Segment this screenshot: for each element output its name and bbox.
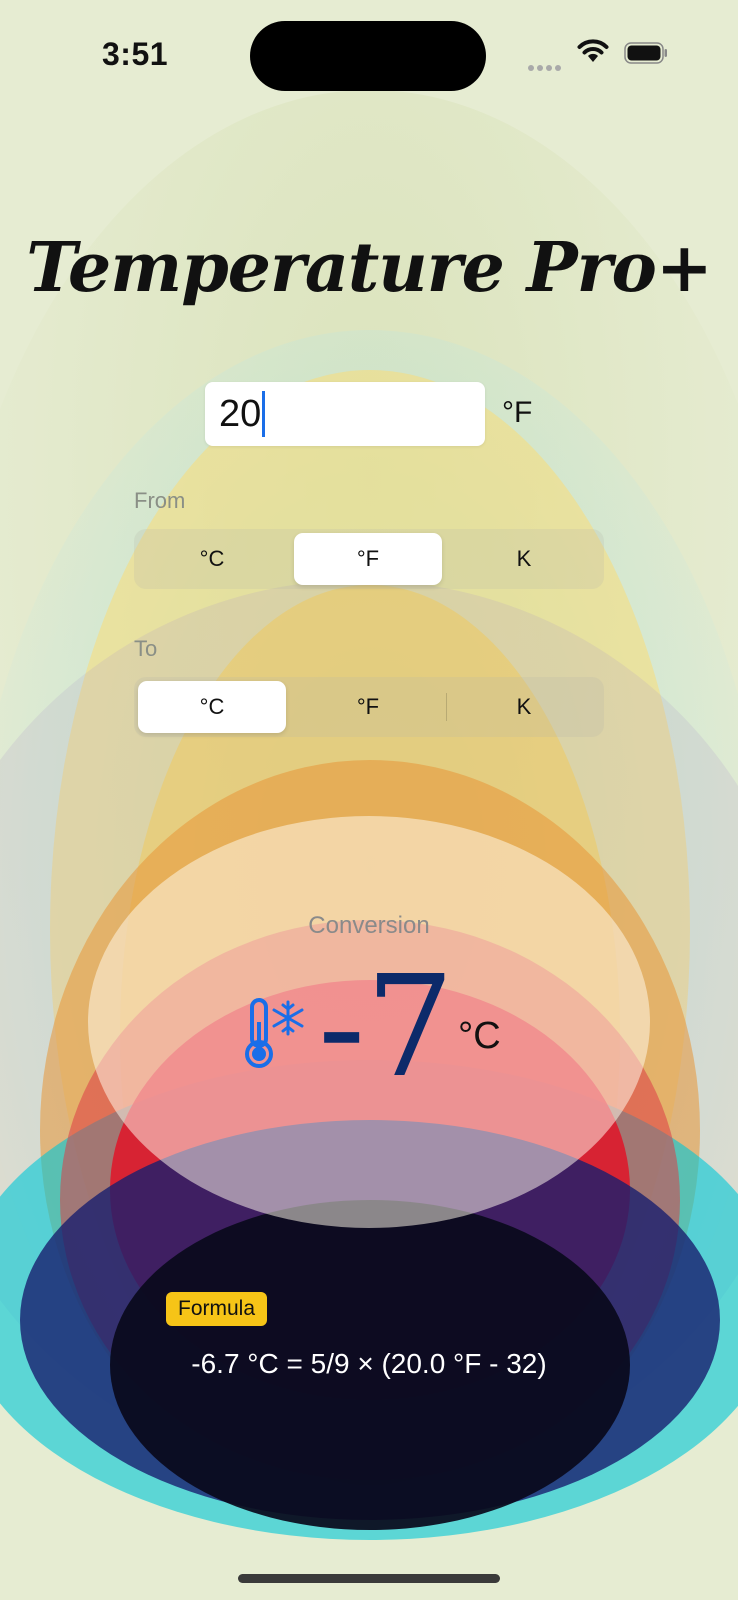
to-label: To [134, 636, 158, 661]
conversion-value: -7 [318, 946, 455, 1109]
segment-divider [446, 693, 447, 721]
to-option-kelvin[interactable]: K [450, 681, 598, 733]
temperature-input-value: 20 [219, 392, 262, 435]
cellular-signal-icon [528, 58, 564, 76]
from-option-fahrenheit[interactable]: °F [294, 533, 442, 585]
conversion-label: Conversion [308, 912, 430, 939]
wifi-icon [577, 39, 609, 62]
to-unit-picker[interactable]: °C °F K [134, 677, 604, 737]
from-option-celsius[interactable]: °C [138, 533, 286, 585]
to-option-celsius[interactable]: °C [138, 681, 286, 733]
status-time: 3:51 [102, 36, 169, 72]
dynamic-island [250, 21, 486, 91]
home-indicator[interactable] [238, 1574, 500, 1583]
conversion-unit: °C [458, 1015, 501, 1057]
from-label: From [134, 488, 186, 513]
app-title: Temperature Pro+ [26, 228, 713, 308]
to-option-fahrenheit[interactable]: °F [294, 681, 442, 733]
status-bar: 3:51 [0, 0, 738, 110]
formula-text: -6.7 °C = 5/9 × (20.0 °F - 32) [191, 1348, 547, 1379]
thermometer-snowflake-icon [245, 998, 304, 1068]
formula-badge: Formula [166, 1292, 268, 1326]
temperature-input[interactable]: 20 [205, 382, 485, 446]
from-unit-picker[interactable]: °C °F K [134, 529, 604, 589]
battery-icon [624, 42, 667, 64]
from-option-kelvin[interactable]: K [450, 533, 598, 585]
input-unit-label: °F [502, 396, 533, 429]
text-cursor [262, 391, 266, 437]
